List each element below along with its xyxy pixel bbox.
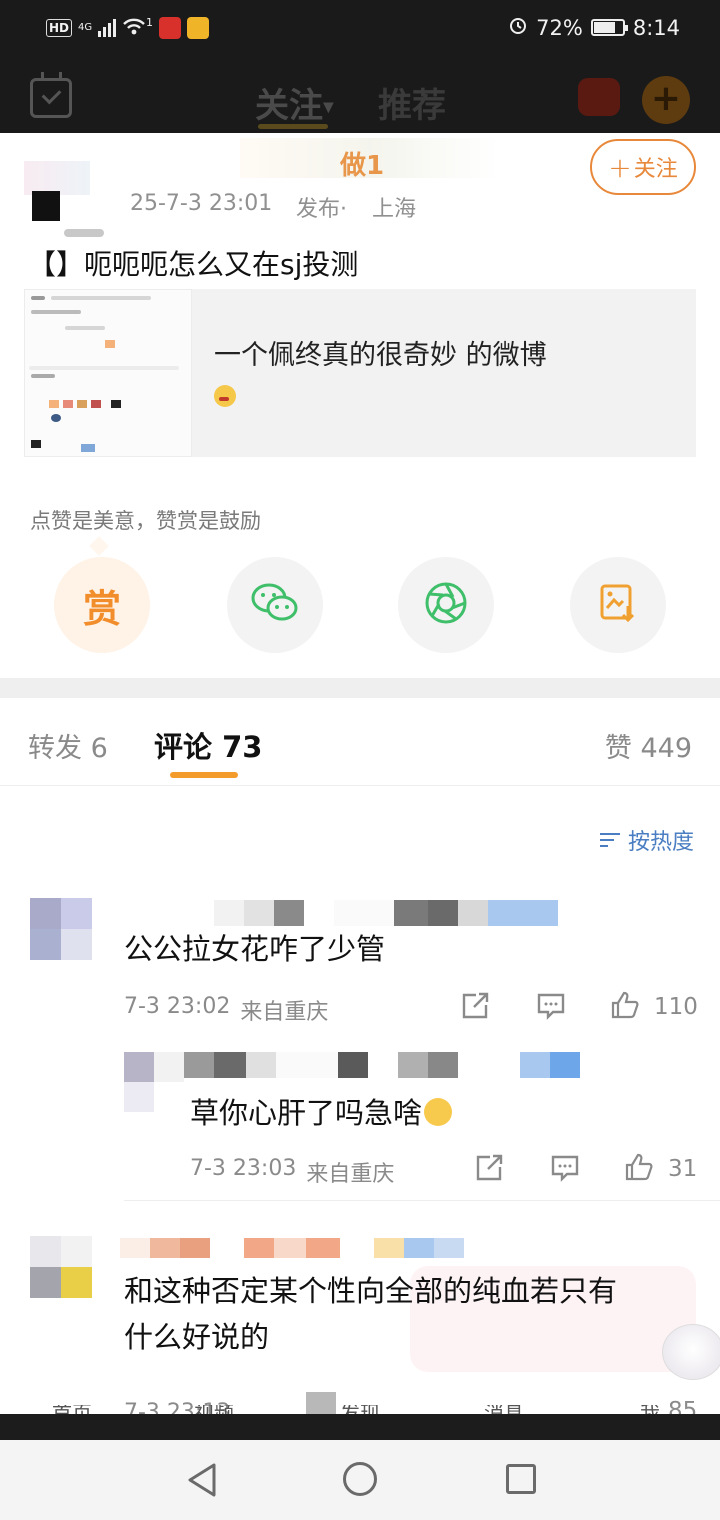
calendar-check-icon[interactable]: [30, 72, 72, 118]
battery-icon: [590, 19, 628, 36]
comment-avatar[interactable]: [30, 1236, 92, 1298]
notification-count: 1: [146, 15, 154, 29]
reward-label: 赏: [82, 586, 121, 631]
gift-icon[interactable]: [578, 78, 620, 116]
like-count: 110: [654, 994, 698, 1020]
author-avatar[interactable]: [24, 161, 104, 237]
comment-text-line: 什么好说的: [124, 1320, 270, 1354]
hd-badge: HD: [46, 19, 73, 37]
signal-icon: [98, 19, 117, 37]
comment-avatar[interactable]: [30, 898, 92, 960]
like-thumb-icon[interactable]: [624, 1152, 654, 1181]
follow-plus-icon: +: [608, 150, 632, 184]
sticker-decoration: [662, 1324, 720, 1380]
share-comment-icon[interactable]: [460, 992, 490, 1020]
post-source: 发布·: [296, 197, 347, 222]
reward-button[interactable]: 赏: [54, 557, 150, 653]
comment-location: 来自重庆: [240, 1000, 329, 1025]
like-thumb-icon[interactable]: [610, 990, 640, 1019]
tab-follow-label: 关注: [255, 86, 323, 126]
network-type: 4G: [78, 22, 93, 33]
avatar-doodle-tail: [64, 229, 104, 237]
like-count: 31: [668, 1156, 698, 1182]
post-time: 25-7-3 23:01: [130, 191, 273, 216]
sort-by-heat[interactable]: 按热度: [599, 824, 694, 856]
dropdown-caret-icon: ▼: [323, 99, 334, 116]
reply-text: 草你心肝了吗急啥: [190, 1090, 453, 1136]
app-notification-icon: [159, 17, 182, 39]
tab-follow[interactable]: 关注▼: [255, 78, 334, 127]
reply-author-blur: [184, 1052, 580, 1078]
author-name[interactable]: 做1: [340, 145, 384, 182]
tab-comment-underline: [170, 772, 238, 778]
system-nav-bar: [0, 1440, 720, 1520]
compose-plus-button[interactable]: +: [642, 76, 690, 124]
reward-hint: 点赞是美意，赞赏是鼓励: [30, 509, 261, 533]
reply-icon[interactable]: [536, 992, 566, 1020]
alarm-icon: [508, 15, 528, 40]
weibo-notification-icon: [187, 17, 210, 39]
comment-time: 7-3 23:02: [124, 994, 231, 1019]
status-left: HD 4G 1: [46, 15, 210, 40]
status-bar: HD 4G 1 72% 8:14: [0, 0, 720, 58]
comment-text: 公公拉女花咋了少管: [124, 932, 386, 966]
share-moments-button[interactable]: [398, 557, 494, 653]
wechat-icon: [250, 582, 300, 628]
tab-like[interactable]: 赞 449: [605, 726, 692, 765]
tab-recommend[interactable]: 推荐: [378, 78, 446, 127]
reply-icon[interactable]: [550, 1154, 580, 1182]
follow-button-label: 关注: [633, 157, 678, 182]
post-card: 做1 25-7-3 23:01 发布· 上海 + 关注 【】呃呃呃怎么又在sj投…: [0, 133, 720, 678]
avatar-censor-block: [32, 191, 60, 221]
status-right: 72% 8:14: [508, 15, 680, 40]
comment-author-blur: [120, 1238, 464, 1258]
post-text: 【】呃呃呃怎么又在sj投测: [28, 248, 359, 281]
comment-text-line: 和这种否定某个性向全部的纯血若只有: [124, 1274, 618, 1308]
post-location: 上海: [372, 197, 417, 222]
top-nav: 关注▼ 推荐 +: [0, 58, 720, 133]
recents-square-icon[interactable]: [506, 1464, 536, 1494]
follow-button[interactable]: + 关注: [590, 139, 696, 195]
overlay-strip: [0, 1414, 720, 1440]
comment-author-blur: [214, 900, 558, 926]
sort-icon: [599, 831, 622, 849]
reply-location: 来自重庆: [306, 1162, 395, 1187]
avatar-doodle: [24, 161, 90, 195]
tab-repost[interactable]: 转发 6: [28, 726, 108, 765]
home-circle-icon[interactable]: [343, 1462, 377, 1496]
clock: 8:14: [632, 15, 680, 40]
comment-text: 和这种否定某个性向全部的纯血若只有 什么好说的: [124, 1268, 617, 1360]
reward-hint-caret: [89, 536, 109, 556]
reply-avatar[interactable]: [124, 1052, 184, 1112]
share-wechat-button[interactable]: [227, 557, 323, 653]
comment-divider: [124, 1200, 720, 1201]
emoji-icon: [214, 385, 236, 407]
repost-thumbnail: [24, 289, 192, 457]
moments-aperture-icon: [423, 580, 469, 630]
tab-follow-underline: [258, 124, 328, 129]
repost-card-text: 一个佩终真的很奇妙 的微博: [214, 340, 547, 371]
reply-meta: 7-3 23:03 来自重庆: [190, 1156, 394, 1188]
back-triangle-icon[interactable]: [186, 1462, 218, 1498]
repost-card[interactable]: 一个佩终真的很奇妙 的微博: [24, 289, 696, 457]
detail-tabs: 转发 6 评论 73 赞 449: [0, 698, 720, 786]
tab-comment[interactable]: 评论 73: [154, 724, 262, 766]
section-gap: [0, 678, 720, 698]
reply-time: 7-3 23:03: [190, 1156, 297, 1181]
wifi-icon: [122, 16, 146, 40]
share-comment-icon[interactable]: [474, 1154, 504, 1182]
reply-text-content: 草你心肝了吗急啥: [190, 1096, 423, 1130]
save-image-icon: [598, 582, 638, 628]
emoji-icon: [424, 1098, 453, 1126]
battery-percent: 72%: [536, 15, 583, 40]
sort-label: 按热度: [627, 830, 694, 855]
comment-meta: 7-3 23:02 来自重庆: [124, 994, 328, 1026]
save-image-button[interactable]: [570, 557, 666, 653]
